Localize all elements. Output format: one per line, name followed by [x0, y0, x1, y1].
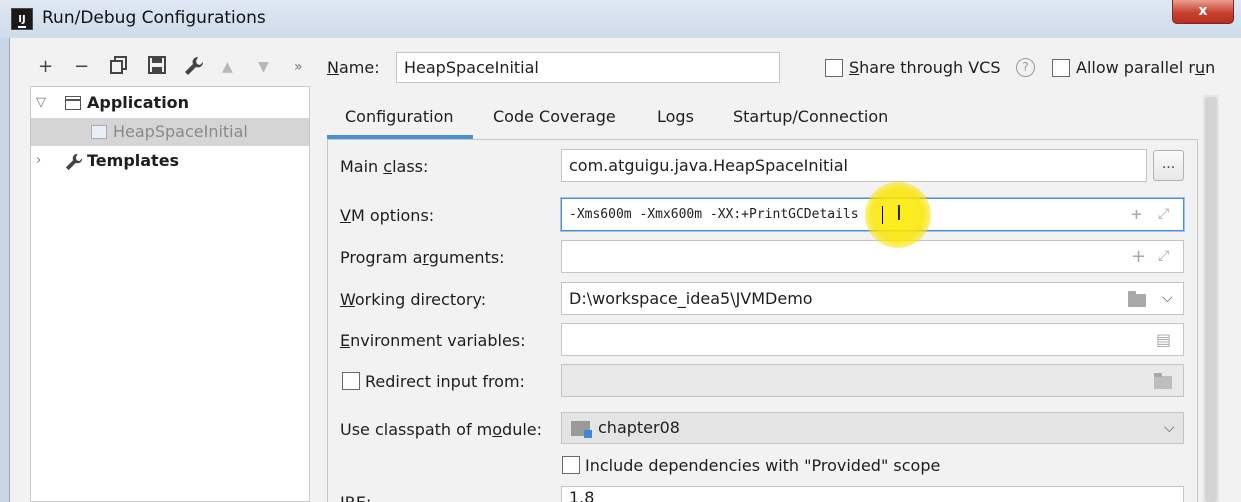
module-icon — [571, 421, 592, 438]
configuration-panel — [327, 139, 1198, 502]
expand-icon[interactable]: ⤢ — [1158, 199, 1169, 230]
working-directory-field[interactable]: D:\workspace_idea5\JVMDemo ⌵ — [561, 282, 1184, 315]
wrench-icon[interactable] — [184, 56, 204, 82]
name-input[interactable]: HeapSpaceInitial — [396, 52, 780, 83]
copy-icon[interactable] — [110, 56, 128, 80]
configurations-tree: ▽ Application HeapSpaceInitial › Templat… — [30, 86, 310, 502]
jre-label: JRE: — [340, 493, 371, 502]
environment-variables-label: Environment variables: — [340, 331, 526, 350]
share-vcs-checkbox[interactable] — [825, 59, 843, 77]
classpath-module-label: Use classpath of module: — [340, 420, 543, 439]
expand-icon[interactable]: ⤢ — [1158, 241, 1169, 272]
minus-icon[interactable]: − — [74, 56, 89, 78]
arrow-down-icon[interactable]: ▼ — [258, 56, 269, 78]
working-directory-label: Working directory: — [340, 290, 487, 309]
text-caret — [882, 206, 883, 224]
scrollbar-thumb[interactable] — [1205, 97, 1217, 502]
overflow-icon[interactable]: » — [294, 56, 303, 78]
tree-label-templates: Templates — [87, 151, 180, 170]
redirect-input-field — [561, 364, 1184, 397]
chevron-down-icon[interactable]: ⌵ — [1164, 413, 1175, 443]
chevron-down-icon[interactable]: ▽ — [36, 89, 46, 117]
application-icon — [65, 96, 81, 110]
sidebar-toolbar: + − ▲ ▼ » — [10, 50, 310, 86]
main-class-label: Main class: — [340, 157, 429, 176]
name-label: Name: — [327, 58, 380, 77]
window-title: Run/Debug Configurations — [42, 8, 266, 28]
program-arguments-label: Program arguments: — [340, 248, 505, 267]
plus-icon[interactable]: + — [1131, 241, 1146, 272]
tab-configuration[interactable]: Configuration — [345, 107, 454, 133]
plus-icon[interactable]: + — [1131, 199, 1142, 230]
include-provided-checkbox[interactable] — [562, 456, 580, 474]
jre-value: 1.8 — [569, 488, 595, 502]
redirect-input-checkbox[interactable] — [342, 372, 360, 390]
tree-node-application[interactable]: ▽ Application — [31, 89, 309, 117]
folder-icon[interactable] — [1128, 291, 1146, 307]
intellij-app-icon: IJ — [11, 8, 33, 30]
tree-label-application: Application — [87, 93, 190, 112]
classpath-module-value: chapter08 — [598, 418, 680, 437]
classpath-module-select[interactable]: chapter08 ⌵ — [561, 412, 1184, 444]
tree-item-heapspaceinitial[interactable]: HeapSpaceInitial — [31, 118, 309, 146]
jre-field[interactable]: 1.8 — [561, 486, 1184, 502]
chevron-right-icon[interactable]: › — [36, 147, 41, 175]
application-config-icon — [91, 125, 107, 139]
vm-options-value: -Xms600m -Xmx600m -XX:+PrintGCDetails — [569, 207, 859, 222]
working-directory-value: D:\workspace_idea5\JVMDemo — [569, 289, 813, 308]
folder-icon — [1154, 373, 1172, 389]
share-vcs-label: Share through VCS — [849, 58, 1001, 77]
list-icon[interactable]: ▤ — [1156, 324, 1171, 355]
include-provided-label: Include dependencies with "Provided" sco… — [585, 456, 941, 475]
help-icon[interactable]: ? — [1016, 58, 1035, 77]
chevron-down-icon[interactable]: ⌵ — [1162, 283, 1173, 314]
vm-options-label: VM options: — [340, 206, 435, 225]
tree-node-templates[interactable]: › Templates — [31, 147, 309, 175]
redirect-input-label: Redirect input from: — [365, 372, 525, 391]
tab-logs[interactable]: Logs — [657, 107, 694, 133]
plus-icon[interactable]: + — [38, 56, 53, 78]
tab-startup-connection[interactable]: Startup/Connection — [733, 107, 888, 133]
wrench-icon — [65, 152, 83, 171]
save-icon[interactable] — [148, 56, 166, 80]
close-window-button[interactable]: x — [1172, 0, 1234, 24]
tab-code-coverage[interactable]: Code Coverage — [493, 107, 616, 133]
allow-parallel-checkbox[interactable] — [1052, 59, 1070, 77]
ibeam-cursor-icon: I — [896, 201, 902, 225]
environment-variables-field[interactable]: ▤ — [561, 323, 1184, 356]
browse-main-class-button[interactable]: ... — [1153, 150, 1184, 181]
allow-parallel-label: Allow parallel run — [1076, 58, 1216, 77]
main-class-field[interactable]: com.atguigu.java.HeapSpaceInitial — [561, 149, 1147, 182]
program-arguments-field[interactable]: + ⤢ — [561, 240, 1184, 273]
arrow-up-icon[interactable]: ▲ — [222, 56, 233, 78]
tree-label-config: HeapSpaceInitial — [113, 122, 248, 141]
